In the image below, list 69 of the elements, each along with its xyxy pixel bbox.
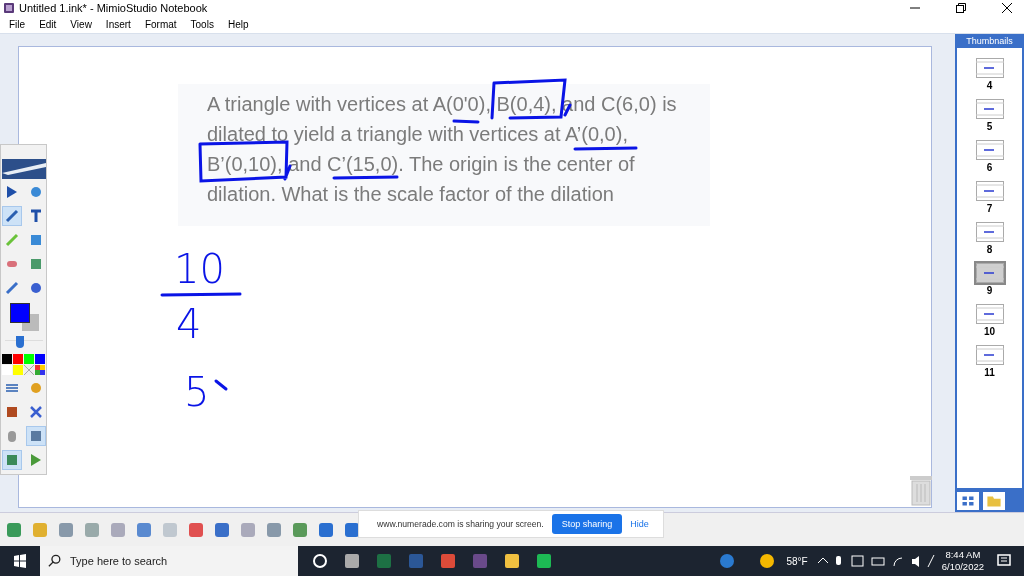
page-number: 4 xyxy=(986,79,993,91)
palette-color[interactable] xyxy=(2,353,12,364)
close-icon[interactable] xyxy=(1002,3,1012,14)
taskbar-app-icon[interactable] xyxy=(310,551,330,571)
menu-item[interactable]: File xyxy=(2,19,33,31)
clock-time: 8:44 AM xyxy=(945,549,981,561)
folder-icon[interactable] xyxy=(983,492,1005,511)
page-number: 11 xyxy=(984,366,995,378)
sun-icon xyxy=(758,553,775,569)
page-thumbnail[interactable] xyxy=(975,57,1004,78)
start-icon[interactable] xyxy=(12,553,28,569)
app-icon xyxy=(3,2,15,15)
menu-item[interactable]: Help xyxy=(220,19,256,31)
window-title: Untitled 1.ink* - MimioStudio Notebook xyxy=(19,2,209,15)
panel-title: Thumbnails xyxy=(965,34,1014,48)
palette-color[interactable] xyxy=(24,353,34,364)
select-icon xyxy=(4,184,19,199)
display-tool-button[interactable] xyxy=(25,425,46,446)
ink-numerator: 10 xyxy=(174,248,225,289)
grid-view-icon[interactable] xyxy=(957,492,979,511)
text-icon xyxy=(28,208,43,223)
ink-denominator: 4 xyxy=(176,303,202,344)
help-icon[interactable] xyxy=(718,553,735,569)
menu-item[interactable]: Format xyxy=(137,19,184,31)
palette-color[interactable] xyxy=(35,353,45,364)
shape-icon xyxy=(28,232,43,247)
pen-tool-button[interactable] xyxy=(1,205,22,226)
page-thumbnail[interactable] xyxy=(975,262,1004,283)
page-thumbnail[interactable] xyxy=(975,221,1004,242)
move-tool-button[interactable] xyxy=(1,449,22,470)
search-field[interactable]: Type here to search xyxy=(40,546,298,576)
page-number: 10 xyxy=(983,325,996,337)
stop-sharing-button[interactable]: Stop sharing xyxy=(551,514,623,534)
menu-item[interactable]: Insert xyxy=(98,19,138,31)
current-color-swatch[interactable] xyxy=(9,302,30,323)
notifications-icon[interactable] xyxy=(996,553,1012,569)
taskbar-app-icon[interactable] xyxy=(342,551,362,571)
page-number: 8 xyxy=(986,243,993,255)
multicolor-icon[interactable] xyxy=(35,364,45,375)
tools-icon xyxy=(28,404,43,419)
page-number: 7 xyxy=(986,202,993,214)
clock-date: 6/10/2022 xyxy=(941,561,984,573)
page-thumbnail[interactable] xyxy=(975,98,1004,119)
pen-icon xyxy=(4,208,19,223)
restore-icon[interactable] xyxy=(956,3,966,14)
page-thumbnail[interactable] xyxy=(975,344,1004,365)
highlighter-icon xyxy=(4,232,19,247)
search-icon xyxy=(48,554,62,568)
taskbar-app-icon[interactable] xyxy=(534,551,554,571)
hide-link[interactable]: Hide xyxy=(630,519,649,529)
palette-color[interactable] xyxy=(13,364,23,375)
page-thumbnail[interactable] xyxy=(975,303,1004,324)
page-number: 5 xyxy=(986,120,993,132)
page-number: 9 xyxy=(986,284,993,296)
page-thumbnail[interactable] xyxy=(975,180,1004,201)
taskbar-app-icon[interactable] xyxy=(502,551,522,571)
page-number: 6 xyxy=(986,161,993,173)
palette-color[interactable] xyxy=(13,353,23,364)
tray-icons-drawing[interactable] xyxy=(815,553,936,569)
menu-item[interactable]: Tools xyxy=(183,19,221,31)
ink-answer: 5 xyxy=(184,371,210,412)
menu-item[interactable]: View xyxy=(63,19,99,31)
page-thumbnail[interactable] xyxy=(975,139,1004,160)
menu-item[interactable]: Edit xyxy=(32,19,64,31)
no-color-icon[interactable] xyxy=(24,364,34,375)
slider-thumb[interactable] xyxy=(15,335,24,348)
temperature: 58°F xyxy=(786,555,808,567)
sharing-message: www.numerade.com is sharing your screen. xyxy=(377,519,544,529)
palette-color[interactable] xyxy=(2,364,12,375)
